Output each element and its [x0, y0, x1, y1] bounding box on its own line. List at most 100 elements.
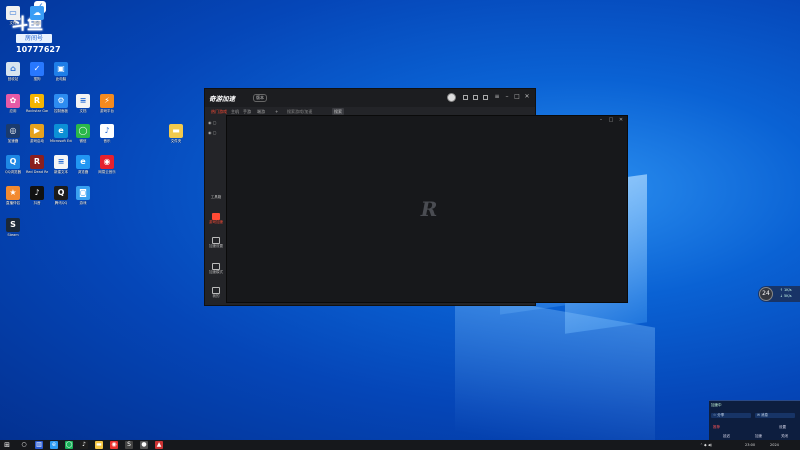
- desktop-icon[interactable]: ♪ 抖音: [26, 186, 48, 205]
- game-window[interactable]: – □ ✕ R: [226, 115, 628, 303]
- app-titlebar[interactable]: 奇游加速 版本 ≡ – □ ✕: [205, 89, 535, 107]
- rockstar-icon: R: [30, 94, 44, 108]
- maximize-icon[interactable]: □: [607, 117, 615, 123]
- share-button[interactable]: ☆ 分享: [711, 413, 751, 418]
- eye-icon[interactable]: ◉ ▢: [208, 121, 222, 125]
- tray-icons[interactable]: ⌃ ◆ ◀): [700, 442, 712, 448]
- desktop-icon[interactable]: ◎ 加速器: [2, 124, 24, 143]
- desktop-icon-label: 回收站: [7, 77, 19, 81]
- notification-panel[interactable]: 加速中 ☆ 分享 ✉ 消息 推荐 设置 延迟 加速 关闭: [709, 400, 800, 440]
- desktop-icon[interactable]: e 浏览器: [72, 155, 94, 174]
- sidebar-item-settings[interactable]: 加速设置: [206, 237, 226, 249]
- search-button[interactable]: 搜索: [332, 108, 344, 115]
- desktop-icon-label: 游戏: [79, 201, 87, 205]
- avatar[interactable]: [447, 93, 456, 102]
- settings-icon[interactable]: [463, 95, 468, 100]
- close-icon[interactable]: ✕: [523, 92, 531, 102]
- desktop-icon-label: QQ浏览器: [4, 170, 21, 174]
- desktop-icon-label: 音乐: [103, 139, 111, 143]
- red-dead-icon: R: [30, 155, 44, 169]
- tab-hot[interactable]: 热门游戏: [211, 108, 227, 116]
- edge-taskbar-icon[interactable]: e: [50, 441, 58, 449]
- desktop-icon[interactable]: ▣ 此电脑: [50, 62, 72, 81]
- close-link[interactable]: 关闭: [781, 434, 788, 439]
- obs-taskbar-icon[interactable]: ●: [140, 441, 148, 449]
- this-pc-icon: ▣: [54, 62, 68, 76]
- eye-icon[interactable]: ◉ ▢: [208, 131, 222, 135]
- desktop-icon[interactable]: ≡ 新建文本: [50, 155, 72, 174]
- search-input[interactable]: 搜索游戏/加速: [285, 108, 325, 115]
- widget-value: 24: [759, 287, 773, 301]
- settings-link[interactable]: 设置: [779, 425, 786, 430]
- sidebar-item-mode[interactable]: 加速模式: [206, 263, 226, 275]
- desktop-icon-label: 新建文本: [54, 170, 68, 174]
- qqbrowser-icon: Q: [6, 155, 20, 169]
- minimize-icon[interactable]: –: [503, 92, 511, 102]
- desktop-icon-label: Steam: [7, 233, 19, 237]
- sidebar-item-label: 我的: [212, 294, 220, 298]
- start-button[interactable]: ⊞: [3, 441, 11, 449]
- desktop-icon-label: 搜狗: [33, 77, 41, 81]
- clock-date[interactable]: 2024: [770, 442, 779, 448]
- document-icon: ≡: [76, 94, 90, 108]
- desktop-icon[interactable]: ⚙ 控制面板: [50, 94, 72, 113]
- desktop-icon[interactable]: ◉ 网易云音乐: [96, 155, 118, 174]
- desktop-icon-label: 加速器: [7, 139, 19, 143]
- maximize-icon[interactable]: □: [513, 92, 521, 102]
- desktop-icon-label: Rockstar Games: [26, 109, 48, 113]
- wechat-taskbar-icon[interactable]: ◯: [65, 441, 73, 449]
- desktop-icon[interactable]: ▭ 文件: [2, 6, 24, 25]
- desktop-icon[interactable]: ✓ 搜狗: [26, 62, 48, 81]
- desktop-icon-label: Microsoft Edge: [50, 139, 72, 143]
- menu-icon[interactable]: ≡: [493, 92, 501, 102]
- taskview-icon[interactable]: ▥: [35, 441, 43, 449]
- desktop-icon-label: 直播伴侣: [6, 201, 20, 205]
- desktop-icon[interactable]: S Steam: [2, 218, 24, 237]
- desktop-icon[interactable]: ♪ 音乐: [96, 124, 118, 143]
- sidebar-item-label: 加速设置: [209, 244, 223, 248]
- sidebar-item-boost[interactable]: 游戏加速: [206, 213, 226, 225]
- desktop-icon[interactable]: ☁ 网盘: [26, 6, 48, 25]
- steam-taskbar-icon[interactable]: S: [125, 441, 133, 449]
- latency-label: 延迟: [723, 434, 730, 438]
- desktop-icon[interactable]: RRockstar Games: [26, 94, 48, 113]
- search-icon[interactable]: ○: [20, 441, 28, 449]
- desktop-icon[interactable]: ★ 直播伴侣: [2, 186, 24, 205]
- desktop-icon[interactable]: eMicrosoft Edge: [50, 124, 72, 143]
- desktop-icon[interactable]: ◙ 游戏: [72, 186, 94, 205]
- folder-taskbar-icon[interactable]: ▬: [95, 441, 103, 449]
- sidebar-item-label: 游戏加速: [209, 220, 223, 224]
- sidebar-item-mine[interactable]: 我的: [206, 287, 226, 299]
- desktop-icon-label: 游戏启动: [30, 139, 44, 143]
- recommend-link[interactable]: 推荐: [713, 425, 720, 430]
- message-button[interactable]: ✉ 消息: [755, 413, 795, 418]
- network-widget[interactable]: 24 ↑ 1K/s ↓ 5K/s: [758, 286, 800, 302]
- text-file-icon: ≡: [54, 155, 68, 169]
- edge-icon: e: [54, 124, 68, 138]
- desktop-icon[interactable]: ◯ 微信: [72, 124, 94, 143]
- accelerator-taskbar-icon[interactable]: ▲: [155, 441, 163, 449]
- message-icon[interactable]: [473, 95, 478, 100]
- sidebar-item-tools[interactable]: 工具箱: [206, 195, 226, 200]
- ie-icon: e: [76, 155, 90, 169]
- desktop-icon[interactable]: ≡ 文档: [72, 94, 94, 113]
- desktop-icon[interactable]: Q QQ浏览器: [2, 155, 24, 174]
- cloud-music-icon: ♪: [100, 124, 114, 138]
- desktop-icon[interactable]: ▶ 游戏启动: [26, 124, 48, 143]
- clock-time[interactable]: 23:00: [745, 442, 755, 448]
- recycle-bin-icon: ⌂: [6, 62, 20, 76]
- skin-icon[interactable]: [483, 95, 488, 100]
- desktop-icon[interactable]: ⌂ 回收站: [2, 62, 24, 81]
- desktop-icon[interactable]: ⚡ 游戏平台: [96, 94, 118, 113]
- app-taskbar-icon[interactable]: ◉: [110, 441, 118, 449]
- rockstar-logo: R: [420, 197, 438, 221]
- desktop-icon-label: 文件: [9, 21, 17, 25]
- minimize-icon[interactable]: –: [597, 117, 605, 123]
- version-badge[interactable]: 版本: [253, 94, 267, 102]
- desktop-icon[interactable]: ▬ 文件夹: [165, 124, 187, 143]
- desktop-icon[interactable]: Q 腾讯QQ: [50, 186, 72, 205]
- desktop-icon[interactable]: RRed Dead Redemption: [26, 155, 48, 174]
- tiktok-taskbar-icon[interactable]: ♪: [80, 441, 88, 449]
- close-icon[interactable]: ✕: [617, 117, 625, 123]
- desktop-icon[interactable]: ✿ 应用: [2, 94, 24, 113]
